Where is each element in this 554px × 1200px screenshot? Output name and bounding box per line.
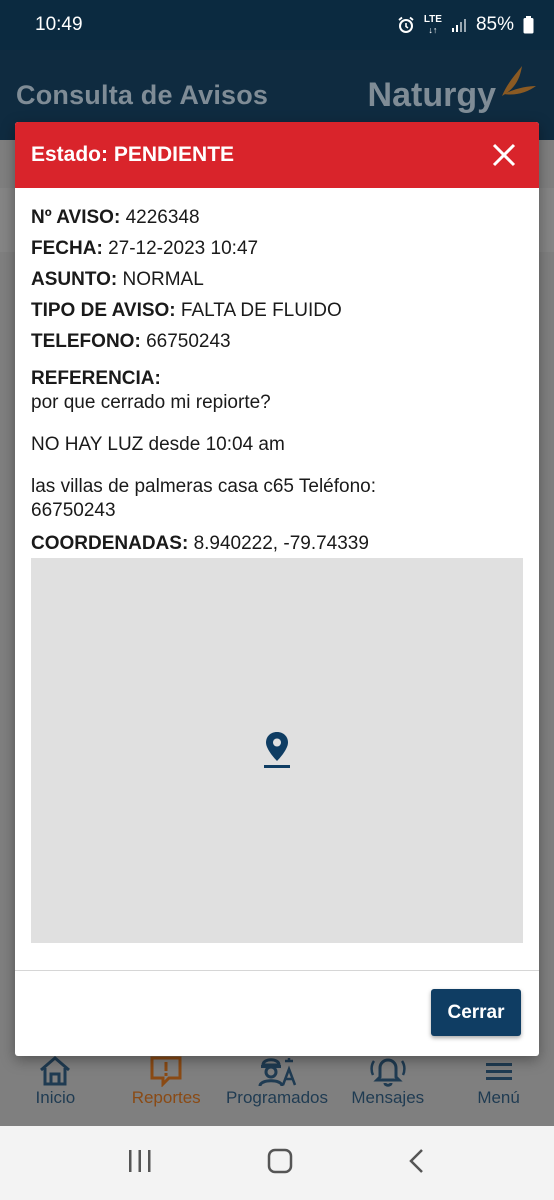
tipo-aviso-label: TIPO DE AVISO: [31, 300, 176, 321]
asunto-label: ASUNTO: [31, 269, 118, 290]
nav-item-programados[interactable]: Programados [222, 1054, 332, 1108]
nav-item-inicio[interactable]: Inicio [0, 1054, 110, 1108]
home-icon [37, 1054, 73, 1088]
cerrar-button[interactable]: Cerrar [431, 989, 521, 1036]
telefono-value: 66750243 [146, 331, 231, 352]
lte-icon: LTE ↓↑ [423, 14, 442, 36]
nav-label-mensajes: Mensajes [351, 1088, 425, 1107]
nav-item-reportes[interactable]: Reportes [111, 1054, 221, 1108]
brand-name: Naturgy [367, 75, 496, 114]
bell-icon [368, 1054, 408, 1088]
telefono-label: TELEFONO: [31, 331, 141, 352]
nav-label-reportes: Reportes [131, 1088, 201, 1107]
modal-body: Nº AVISO: 4226348 FECHA: 27-12-2023 10:4… [15, 188, 539, 558]
asunto-row: ASUNTO: NORMAL [31, 264, 523, 295]
referencia-label: REFERENCIA: [31, 368, 161, 389]
alarm-icon [397, 16, 415, 34]
worker-icon [257, 1054, 297, 1088]
battery-percent: 85% [475, 14, 514, 35]
system-nav-bar [0, 1126, 554, 1200]
page-title: Consulta de Avisos [16, 79, 269, 110]
referencia-line: por que cerrado mi repiorte? [31, 392, 271, 413]
network-label: LTE [423, 14, 442, 25]
aviso-detail-modal: Estado: PENDIENTE Nº AVISO: 4226348 FECH… [15, 122, 539, 1056]
location-pin-icon [263, 730, 291, 775]
coordenadas-label: COORDENADAS: [31, 533, 189, 554]
menu-icon [484, 1054, 514, 1088]
close-icon[interactable] [489, 140, 519, 170]
aviso-row: Nº AVISO: 4226348 [31, 202, 523, 233]
nav-label-menu: Menú [477, 1088, 520, 1107]
nav-item-menu[interactable]: Menú [444, 1054, 554, 1108]
referencia-block: REFERENCIA: por que cerrado mi repiorte?… [31, 367, 523, 523]
nav-label-programados: Programados [225, 1088, 329, 1107]
butterfly-icon [498, 62, 538, 107]
coordenadas-row: COORDENADAS: 8.940222, -79.74339 [31, 530, 523, 558]
fecha-label: FECHA: [31, 238, 103, 259]
status-bar: 10:49 LTE ↓↑ 85% [0, 0, 554, 50]
nav-label-inicio: Inicio [35, 1088, 76, 1107]
status-icons: LTE ↓↑ 85% [397, 14, 534, 36]
brand-logo: Naturgy [367, 65, 538, 115]
modal-header: Estado: PENDIENTE [15, 122, 539, 188]
status-time: 10:49 [35, 14, 83, 35]
battery-icon [523, 16, 534, 34]
modal-title: Estado: PENDIENTE [31, 143, 235, 166]
nav-item-mensajes[interactable]: Mensajes [333, 1054, 443, 1108]
referencia-line: NO HAY LUZ desde 10:04 am [31, 434, 285, 455]
tipo-aviso-value: FALTA DE FLUIDO [180, 300, 342, 321]
recent-apps-icon[interactable] [127, 1148, 153, 1179]
telefono-row: TELEFONO: 66750243 [31, 326, 523, 357]
referencia-line: las villas de palmeras casa c65 Teléfono… [31, 476, 377, 521]
aviso-label: Nº AVISO: [31, 207, 121, 228]
aviso-value: 4226348 [125, 207, 200, 228]
signal-icon [451, 17, 467, 33]
coordenadas-value: 8.940222, -79.74339 [193, 533, 369, 554]
fecha-value: 27-12-2023 10:47 [108, 238, 259, 259]
asunto-value: NORMAL [122, 269, 204, 290]
home-button-icon[interactable] [267, 1148, 293, 1179]
location-map[interactable] [31, 558, 523, 943]
modal-divider [15, 970, 539, 971]
report-icon [149, 1054, 183, 1088]
back-icon[interactable] [407, 1148, 427, 1179]
fecha-row: FECHA: 27-12-2023 10:47 [31, 233, 523, 264]
tipo-aviso-row: TIPO DE AVISO: FALTA DE FLUIDO [31, 295, 523, 326]
